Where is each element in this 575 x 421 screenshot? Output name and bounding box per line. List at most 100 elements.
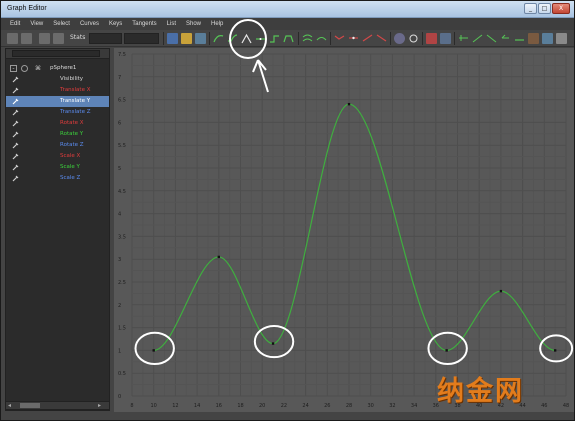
frame-playback-range-icon[interactable] <box>181 33 192 44</box>
outliner-filter-input[interactable] <box>12 50 100 57</box>
maximize-button[interactable]: □ <box>538 3 551 14</box>
y-tick-label: 6.5 <box>118 98 126 104</box>
linear-tangents-icon[interactable] <box>241 33 252 44</box>
menu-view[interactable]: View <box>25 18 48 30</box>
normalize-icon[interactable] <box>486 33 497 44</box>
buffer-curve-snapshot-icon[interactable] <box>302 33 313 44</box>
graph-canvas[interactable]: 0 0.5 1 1.5 2 2.5 3 3.5 4 4.5 5 5.5 6 6.5 7 7.5 8 10 12 14 1… <box>114 48 574 412</box>
node-visibility-icon <box>21 65 28 72</box>
attribute-label: Rotate X <box>60 120 84 126</box>
menu-keys[interactable]: Keys <box>104 18 127 30</box>
post-infinity-cycle-icon[interactable] <box>440 33 451 44</box>
time-snap-icon[interactable] <box>458 33 469 44</box>
annotation-circle <box>134 331 175 365</box>
x-tick-label: 12 <box>172 403 178 409</box>
attribute-label: Scale X <box>60 153 81 159</box>
key-icon <box>12 142 19 149</box>
y-tick-label: 3 <box>118 257 121 263</box>
keyframe-point[interactable] <box>152 349 155 352</box>
center-current-time-icon[interactable] <box>195 33 206 44</box>
keyframe-point[interactable] <box>347 102 351 106</box>
x-tick-label: 20 <box>259 403 265 409</box>
y-tick-label: 5 <box>118 166 121 172</box>
lock-tangent-weight-icon[interactable] <box>376 33 387 44</box>
outliner-attribute-row[interactable]: Scale Y <box>6 162 109 173</box>
y-tick-label: 0.5 <box>118 371 126 377</box>
node-label: pSphere1 <box>50 65 77 71</box>
minimize-button[interactable]: _ <box>524 3 537 14</box>
frame-all-icon[interactable] <box>167 33 178 44</box>
free-tangent-weight-icon[interactable] <box>362 33 373 44</box>
swap-buffer-curve-icon[interactable] <box>316 33 327 44</box>
close-button[interactable]: X <box>552 3 570 14</box>
break-tangents-icon[interactable] <box>334 33 345 44</box>
load-selected-icon[interactable] <box>408 33 419 44</box>
scroll-thumb[interactable] <box>20 403 40 408</box>
annotation-circle <box>427 331 468 365</box>
trax-editor-icon[interactable] <box>556 33 567 44</box>
y-tick-label: 7 <box>118 75 121 81</box>
graph-view[interactable]: 0 0.5 1 1.5 2 2.5 3 3.5 4 4.5 5 5.5 6 6.5 7 7.5 8 10 12 14 1… <box>114 48 574 412</box>
menu-bar: Edit View Select Curves Keys Tangents Li… <box>1 18 574 30</box>
move-key-tool-icon[interactable] <box>7 33 18 44</box>
expand-icon[interactable]: - <box>10 65 17 72</box>
outliner-attribute-row[interactable]: Translate Z <box>6 107 109 118</box>
mesh-node-icon: ⌘ <box>35 65 41 72</box>
outliner-node-psphere1[interactable]: - ⌘ pSphere1 <box>6 63 109 74</box>
pre-infinity-cycle-icon[interactable] <box>426 33 437 44</box>
retime-tool-icon[interactable] <box>528 33 539 44</box>
insert-key-tool-icon[interactable] <box>21 33 32 44</box>
menu-edit[interactable]: Edit <box>5 18 25 30</box>
y-tick-label: 1 <box>118 348 121 354</box>
value-snap-icon[interactable] <box>472 33 483 44</box>
outliner-attribute-row[interactable]: Rotate Z <box>6 140 109 151</box>
outliner-filter <box>6 49 109 59</box>
scroll-right-icon[interactable]: ▸ <box>98 402 101 409</box>
outliner-attribute-row[interactable]: Scale Z <box>6 173 109 184</box>
menu-curves[interactable]: Curves <box>75 18 104 30</box>
plateau-tangents-icon[interactable] <box>283 33 294 44</box>
stats-value-field[interactable] <box>124 33 159 44</box>
flat-tangents-icon[interactable] <box>255 33 266 44</box>
outliner-attribute-row[interactable]: Rotate X <box>6 118 109 129</box>
stats-frame-field[interactable] <box>89 33 122 44</box>
x-tick-label: 22 <box>281 403 287 409</box>
key-icon <box>12 131 19 138</box>
menu-select[interactable]: Select <box>48 18 75 30</box>
key-icon <box>12 175 19 182</box>
auto-load-icon[interactable] <box>394 33 405 44</box>
outliner-horizontal-scrollbar[interactable]: ◂ ▸ <box>5 401 110 410</box>
y-tick-label: 4 <box>118 212 121 218</box>
outliner-attribute-row[interactable]: Translate X <box>6 85 109 96</box>
keyframe-point[interactable] <box>217 255 220 259</box>
lattice-tool-icon[interactable] <box>39 33 50 44</box>
menu-tangents[interactable]: Tangents <box>127 18 161 30</box>
keyframe-point[interactable] <box>271 342 275 345</box>
clamped-tangents-icon[interactable] <box>227 33 238 44</box>
annotation-circle <box>253 324 295 359</box>
menu-help[interactable]: Help <box>206 18 228 30</box>
x-tick-label: 18 <box>237 403 243 409</box>
region-tool-icon[interactable] <box>53 33 64 44</box>
curve-tangent-icon[interactable] <box>514 33 525 44</box>
toolbar: Stats <box>1 30 574 47</box>
outliner-attribute-row[interactable]: Translate Y <box>6 96 109 107</box>
key-icon <box>12 87 19 94</box>
y-tick-label: 4.5 <box>118 189 126 195</box>
step-tangents-icon[interactable] <box>269 33 280 44</box>
y-tick-label: 5.5 <box>118 143 126 149</box>
denormalize-icon[interactable] <box>500 33 511 44</box>
menu-show[interactable]: Show <box>181 18 206 30</box>
outliner-attribute-row[interactable]: Visibility <box>6 74 109 85</box>
x-tick-label: 14 <box>194 403 200 409</box>
unify-tangents-icon[interactable] <box>348 33 359 44</box>
keyframe-point[interactable] <box>499 289 503 293</box>
outliner-attribute-row[interactable]: Scale X <box>6 151 109 162</box>
outliner-attribute-row[interactable]: Rotate Y <box>6 129 109 140</box>
dope-sheet-icon[interactable] <box>542 33 553 44</box>
scroll-left-icon[interactable]: ◂ <box>8 402 11 409</box>
keyframe-point[interactable] <box>553 349 557 352</box>
spline-tangents-icon[interactable] <box>213 33 224 44</box>
keyframe-point[interactable] <box>445 349 448 352</box>
menu-list[interactable]: List <box>162 18 181 30</box>
